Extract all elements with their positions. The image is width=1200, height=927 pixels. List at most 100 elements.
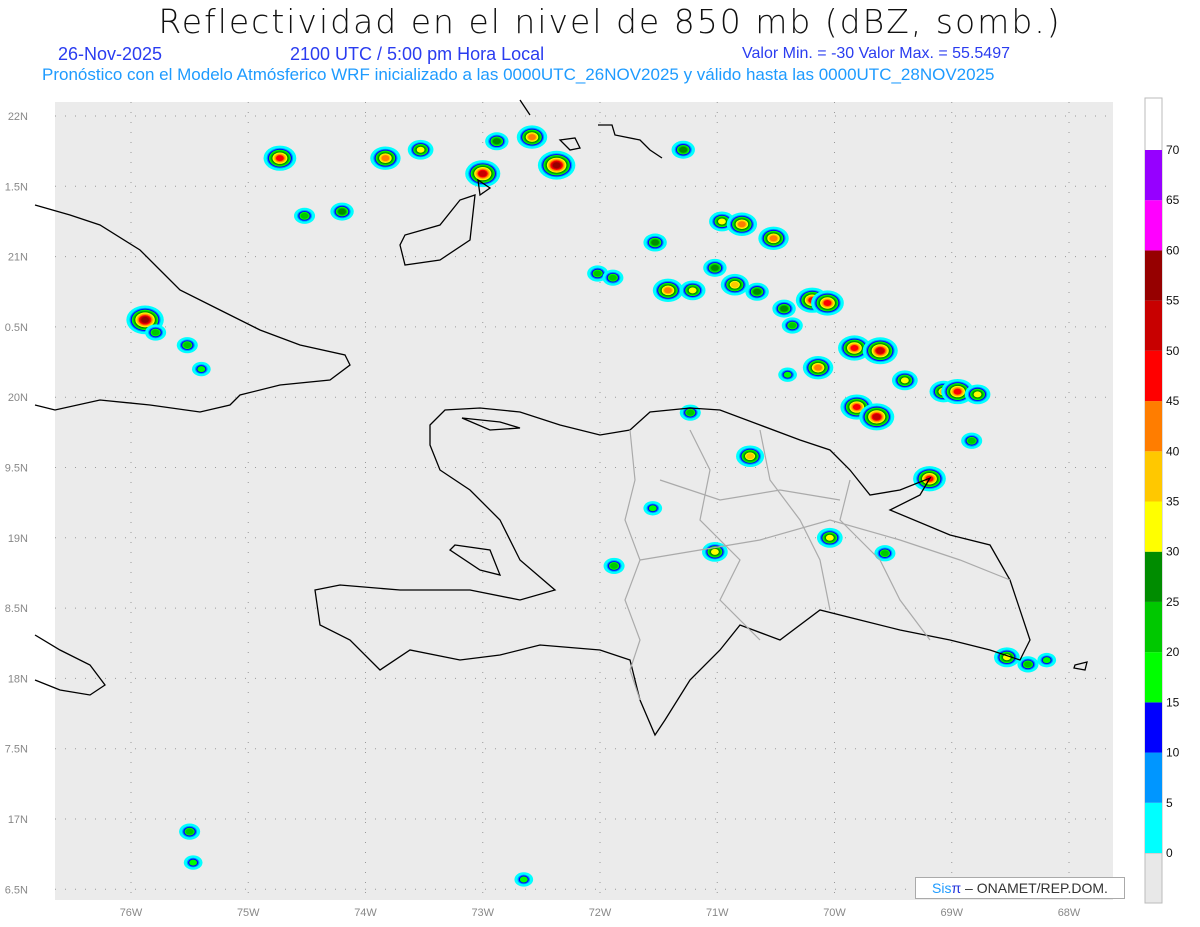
- echo-contour: [185, 828, 194, 835]
- lat-tick-label: 6.5N: [5, 884, 28, 896]
- colorbar-label: 65: [1166, 193, 1180, 207]
- lat-tick-label: 1.5N: [5, 181, 28, 193]
- credit-text: – ONAMET/REP.DOM.: [961, 880, 1108, 896]
- echo-contour: [1024, 661, 1032, 668]
- echo-contour: [769, 235, 778, 242]
- lat-tick-label: 22N: [8, 111, 28, 123]
- echo-contour: [151, 329, 160, 336]
- echo-cell: [772, 299, 796, 318]
- lon-tick-label: 75W: [237, 907, 260, 919]
- echo-contour: [416, 146, 425, 153]
- echo-contour: [788, 322, 797, 329]
- echo-cell: [802, 355, 834, 380]
- echo-cell: [964, 384, 991, 405]
- echo-contour: [881, 550, 889, 557]
- lon-tick-label: 72W: [589, 907, 612, 919]
- echo-cell: [679, 404, 701, 421]
- echo-cell: [263, 145, 297, 171]
- colorbar-bin: [1145, 350, 1162, 402]
- lat-tick-label: 8.5N: [5, 603, 28, 615]
- echo-contour: [552, 162, 561, 169]
- echo-contour: [381, 155, 390, 162]
- pi-logo: π: [951, 880, 962, 896]
- colorbar-bin: [1145, 551, 1162, 602]
- lat-tick-label: 20N: [8, 392, 28, 404]
- echo-cell: [702, 541, 728, 562]
- colorbar-bin: [1145, 200, 1162, 251]
- echo-contour: [276, 155, 284, 162]
- colorbar-bin: [1145, 752, 1162, 803]
- credit-box: Sisπ – ONAMET/REP.DOM.: [915, 877, 1125, 899]
- lon-tick-label: 70W: [823, 907, 846, 919]
- echo-cell: [145, 324, 167, 341]
- echo-cell: [736, 445, 765, 468]
- colorbar-below-range: [1144, 852, 1163, 904]
- echo-contour: [746, 453, 754, 460]
- colorbar-label: 30: [1166, 545, 1180, 559]
- echo-contour: [823, 299, 832, 306]
- echo-contour: [1042, 657, 1051, 664]
- echo-cell: [370, 146, 401, 170]
- echo-contour: [686, 409, 695, 416]
- colorbar-label: 50: [1166, 344, 1180, 358]
- colorbar-label: 45: [1166, 394, 1180, 408]
- echo-cell: [294, 207, 316, 224]
- lat-tick-label: 9.5N: [5, 463, 28, 475]
- lon-tick-label: 71W: [706, 907, 729, 919]
- echo-cell: [183, 855, 203, 870]
- echo-contour: [651, 239, 660, 246]
- lon-tick-label: 76W: [120, 907, 143, 919]
- lat-tick-label: 17N: [8, 814, 28, 826]
- lon-tick-label: 74W: [354, 907, 377, 919]
- echo-cell: [679, 280, 706, 301]
- reflectivity-map: 76W 75W 74W 73W 72W 71W 70W 69W 68W 22N 1.5N 21N 0.5…: [5, 97, 1180, 919]
- colorbar-bin: [1145, 802, 1162, 853]
- echo-cell: [726, 212, 758, 236]
- colorbar-bin: [1145, 702, 1162, 753]
- lat-tick-label: 0.5N: [5, 322, 28, 334]
- echo-cell: [407, 139, 434, 160]
- echo-cell: [602, 269, 624, 286]
- echo-contour: [528, 134, 536, 141]
- echo-cell: [643, 233, 667, 252]
- lon-tick-label: 69W: [940, 907, 963, 919]
- echo-contour: [197, 366, 206, 373]
- echo-contour: [900, 377, 909, 384]
- colorbar-bin: [1145, 150, 1162, 201]
- echo-contour: [783, 371, 792, 378]
- echo-contour: [688, 287, 697, 294]
- echo-cell: [191, 361, 211, 377]
- echo-cell: [485, 132, 509, 151]
- colorbar-bin: [1145, 401, 1162, 452]
- echo-contour: [492, 138, 501, 145]
- colorbar-label: 15: [1166, 695, 1180, 709]
- lat-tick-label: 7.5N: [5, 744, 28, 756]
- colorbar-label: 20: [1166, 645, 1180, 659]
- colorbar-label: 10: [1166, 746, 1180, 760]
- echo-cell: [781, 317, 803, 334]
- lat-tick-label: 21N: [8, 252, 28, 264]
- echo-contour: [519, 876, 528, 883]
- echo-contour: [718, 218, 726, 225]
- sis-logo: Sis: [932, 880, 952, 896]
- echo-cell: [720, 273, 749, 296]
- echo-cell: [643, 501, 663, 516]
- echo-contour: [872, 413, 881, 420]
- echo-contour: [608, 274, 617, 281]
- echo-cell: [811, 290, 844, 316]
- echo-contour: [737, 221, 746, 228]
- echo-contour: [610, 562, 618, 569]
- colorbar-label: 60: [1166, 243, 1180, 257]
- echo-cell: [745, 282, 769, 301]
- colorbar-label: 0: [1166, 846, 1173, 860]
- echo-contour: [183, 342, 192, 349]
- echo-cell: [516, 125, 548, 149]
- echo-cell: [1037, 652, 1057, 668]
- echo-cell: [874, 545, 896, 562]
- echo-contour: [967, 437, 976, 444]
- echo-contour: [711, 264, 719, 271]
- echo-cell: [603, 557, 625, 575]
- echo-contour: [679, 146, 688, 153]
- echo-contour: [711, 548, 719, 555]
- colorbar-bin: [1145, 652, 1162, 703]
